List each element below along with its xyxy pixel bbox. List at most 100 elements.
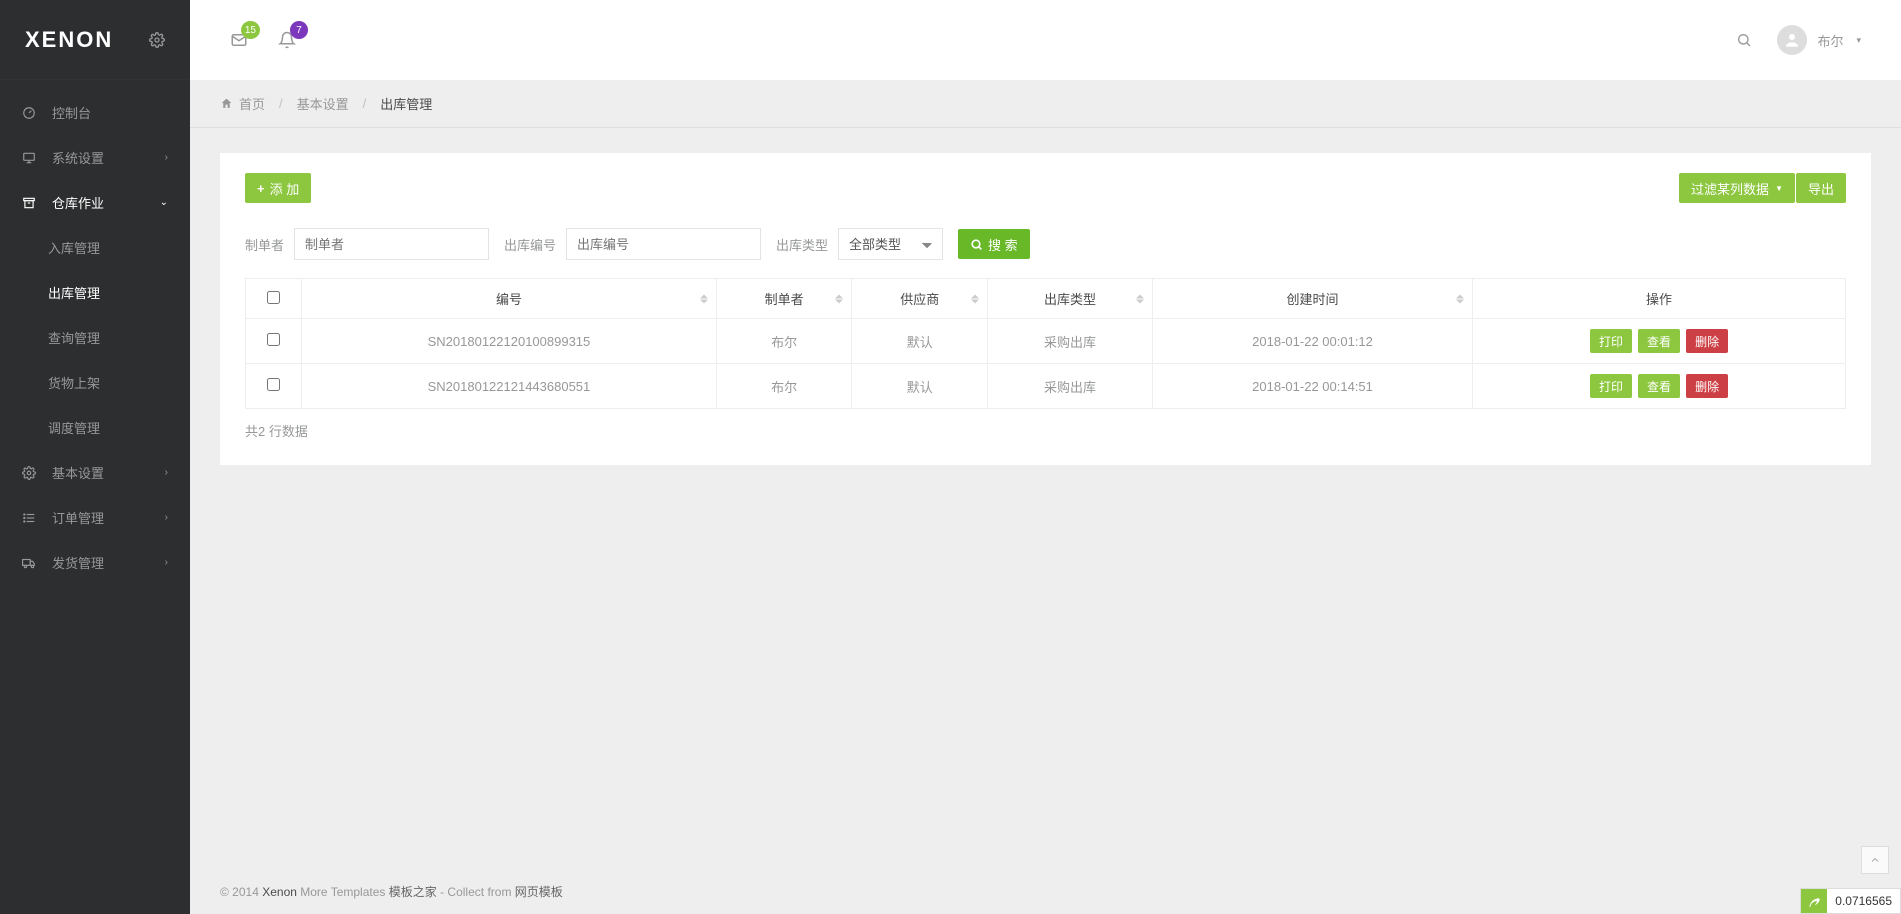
filter-row: 制单者 出库编号 出库类型 全部类型 搜 索 <box>245 228 1846 260</box>
cell-supplier: 默认 <box>852 319 988 364</box>
truck-icon <box>22 556 42 570</box>
breadcrumb-home-label: 首页 <box>239 94 265 113</box>
debug-bar[interactable]: 0.0716565 <box>1800 888 1901 914</box>
sidebar-item-4[interactable]: 订单管理› <box>0 495 190 540</box>
print-button[interactable]: 打印 <box>1590 329 1632 353</box>
header-supplier[interactable]: 供应商 <box>852 279 988 319</box>
table-row: SN20180122121443680551布尔默认采购出库2018-01-22… <box>246 364 1846 409</box>
topbar: 15 7 布尔 ▾ <box>190 0 1901 80</box>
delete-button[interactable]: 删除 <box>1686 374 1728 398</box>
sidebar-item-label: 基本设置 <box>52 463 165 482</box>
view-button[interactable]: 查看 <box>1638 329 1680 353</box>
sidebar-subitem-2-1[interactable]: 出库管理 <box>0 270 190 315</box>
page: 首页 / 基本设置 / 出库管理 + 添 加 过滤某列数据 ▼ 导出 <box>190 80 1901 914</box>
breadcrumb-separator: / <box>363 96 367 111</box>
sidebar-item-label: 控制台 <box>52 103 168 122</box>
sidebar-menu: 控制台系统设置›仓库作业⌄入库管理出库管理查询管理货物上架调度管理基本设置›订单… <box>0 80 190 914</box>
breadcrumb: 首页 / 基本设置 / 出库管理 <box>190 80 1901 128</box>
search-button-label: 搜 索 <box>988 235 1018 254</box>
search-icon[interactable] <box>1736 32 1752 48</box>
chevron-right-icon: › <box>165 152 168 163</box>
cell-type: 采购出库 <box>988 364 1153 409</box>
footer-brand: Xenon <box>262 885 297 899</box>
settings-gear-icon[interactable] <box>149 32 165 48</box>
footer-copyright: © 2014 <box>220 885 262 899</box>
scroll-top-button[interactable] <box>1861 846 1889 874</box>
header-code[interactable]: 编号 <box>302 279 717 319</box>
cell-type: 采购出库 <box>988 319 1153 364</box>
sidebar: XENON 控制台系统设置›仓库作业⌄入库管理出库管理查询管理货物上架调度管理基… <box>0 0 190 914</box>
export-button[interactable]: 导出 <box>1796 173 1846 203</box>
sidebar-item-label: 发货管理 <box>52 553 165 572</box>
caret-down-icon: ▼ <box>1775 184 1783 193</box>
sidebar-header: XENON <box>0 0 190 80</box>
sidebar-item-1[interactable]: 系统设置› <box>0 135 190 180</box>
sidebar-item-2[interactable]: 仓库作业⌄ <box>0 180 190 225</box>
filter-creator: 制单者 <box>245 228 489 260</box>
cell-supplier: 默认 <box>852 364 988 409</box>
cell-created: 2018-01-22 00:14:51 <box>1152 364 1472 409</box>
creator-input[interactable] <box>294 228 489 260</box>
footer: © 2014 Xenon More Templates 模板之家 - Colle… <box>190 869 1901 914</box>
code-input[interactable] <box>566 228 761 260</box>
monitor-icon <box>22 151 42 165</box>
view-button[interactable]: 查看 <box>1638 374 1680 398</box>
filter-columns-button[interactable]: 过滤某列数据 ▼ <box>1679 173 1795 203</box>
header-type[interactable]: 出库类型 <box>988 279 1153 319</box>
debug-time: 0.0716565 <box>1827 894 1900 908</box>
footer-link-templates[interactable]: 模板之家 <box>389 885 437 899</box>
sort-icon <box>700 294 708 303</box>
gear-icon <box>22 466 42 480</box>
row-checkbox[interactable] <box>267 333 280 346</box>
chevron-down-icon: ⌄ <box>160 197 168 208</box>
filter-code-label: 出库编号 <box>504 235 556 254</box>
bell-badge: 7 <box>290 21 308 39</box>
header-created[interactable]: 创建时间 <box>1152 279 1472 319</box>
row-checkbox[interactable] <box>267 378 280 391</box>
delete-button[interactable]: 删除 <box>1686 329 1728 353</box>
list-icon <box>22 511 42 525</box>
sidebar-subitem-2-4[interactable]: 调度管理 <box>0 405 190 450</box>
brand-logo[interactable]: XENON <box>25 27 113 53</box>
cell-creator: 布尔 <box>716 364 852 409</box>
archive-icon <box>22 196 42 210</box>
search-button[interactable]: 搜 索 <box>958 229 1030 259</box>
user-menu[interactable]: 布尔 ▾ <box>1777 25 1861 55</box>
breadcrumb-mid[interactable]: 基本设置 <box>297 94 349 113</box>
sidebar-item-label: 仓库作业 <box>52 193 160 212</box>
mail-badge: 15 <box>241 21 260 39</box>
search-icon <box>970 238 983 251</box>
footer-more: More Templates <box>297 885 389 899</box>
cell-actions: 打印查看删除 <box>1473 364 1846 409</box>
mail-notification[interactable]: 15 <box>230 31 248 49</box>
sidebar-item-label: 订单管理 <box>52 508 165 527</box>
print-button[interactable]: 打印 <box>1590 374 1632 398</box>
sidebar-subitem-2-3[interactable]: 货物上架 <box>0 360 190 405</box>
cell-code: SN20180122121443680551 <box>302 364 717 409</box>
footer-link-web[interactable]: 网页模板 <box>515 885 563 899</box>
add-button[interactable]: + 添 加 <box>245 173 311 203</box>
table-footer: 共2 行数据 <box>245 421 1846 440</box>
cell-code: SN20180122120100899315 <box>302 319 717 364</box>
type-select[interactable]: 全部类型 <box>838 228 943 260</box>
breadcrumb-home[interactable]: 首页 <box>220 94 265 113</box>
sidebar-subitem-2-0[interactable]: 入库管理 <box>0 225 190 270</box>
sidebar-item-5[interactable]: 发货管理› <box>0 540 190 585</box>
user-name: 布尔 <box>1817 31 1843 50</box>
sidebar-item-3[interactable]: 基本设置› <box>0 450 190 495</box>
bell-notification[interactable]: 7 <box>278 31 296 49</box>
select-all-checkbox[interactable] <box>267 291 280 304</box>
sort-icon <box>835 294 843 303</box>
sidebar-subitem-2-2[interactable]: 查询管理 <box>0 315 190 360</box>
data-table: 编号 制单者 供应商 出库类型 创建时间 操作 SN20180122120100… <box>245 278 1846 409</box>
cell-actions: 打印查看删除 <box>1473 319 1846 364</box>
sidebar-item-0[interactable]: 控制台 <box>0 90 190 135</box>
sidebar-item-label: 系统设置 <box>52 148 165 167</box>
plus-icon: + <box>257 181 265 196</box>
chevron-right-icon: › <box>165 512 168 523</box>
cell-creator: 布尔 <box>716 319 852 364</box>
footer-collect: - Collect from <box>437 885 515 899</box>
avatar <box>1777 25 1807 55</box>
chevron-right-icon: › <box>165 467 168 478</box>
header-creator[interactable]: 制单者 <box>716 279 852 319</box>
